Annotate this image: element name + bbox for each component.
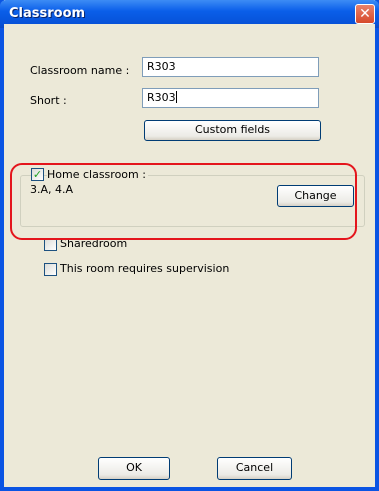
- cancel-button[interactable]: Cancel: [217, 457, 292, 480]
- dialog-body: Classroom name : R303 Short : R303 Custo…: [4, 24, 375, 487]
- close-icon: ✕: [359, 6, 371, 22]
- short-label: Short :: [30, 94, 67, 107]
- supervision-checkbox[interactable]: [44, 263, 57, 276]
- classroom-name-value: R303: [147, 60, 176, 73]
- highlight-annotation: [10, 163, 357, 240]
- classroom-dialog: Classroom ✕ Classroom name : R303 Short …: [0, 0, 379, 491]
- dialog-title: Classroom: [9, 6, 86, 21]
- text-caret: [175, 91, 177, 103]
- short-input[interactable]: R303: [142, 88, 319, 108]
- classroom-name-label: Classroom name :: [30, 64, 130, 77]
- custom-fields-button[interactable]: Custom fields: [144, 120, 321, 141]
- supervision-label: This room requires supervision: [60, 262, 230, 275]
- close-button[interactable]: ✕: [355, 4, 375, 24]
- short-value: R303: [147, 91, 176, 104]
- classroom-name-input[interactable]: R303: [142, 57, 319, 77]
- ok-button[interactable]: OK: [98, 457, 170, 480]
